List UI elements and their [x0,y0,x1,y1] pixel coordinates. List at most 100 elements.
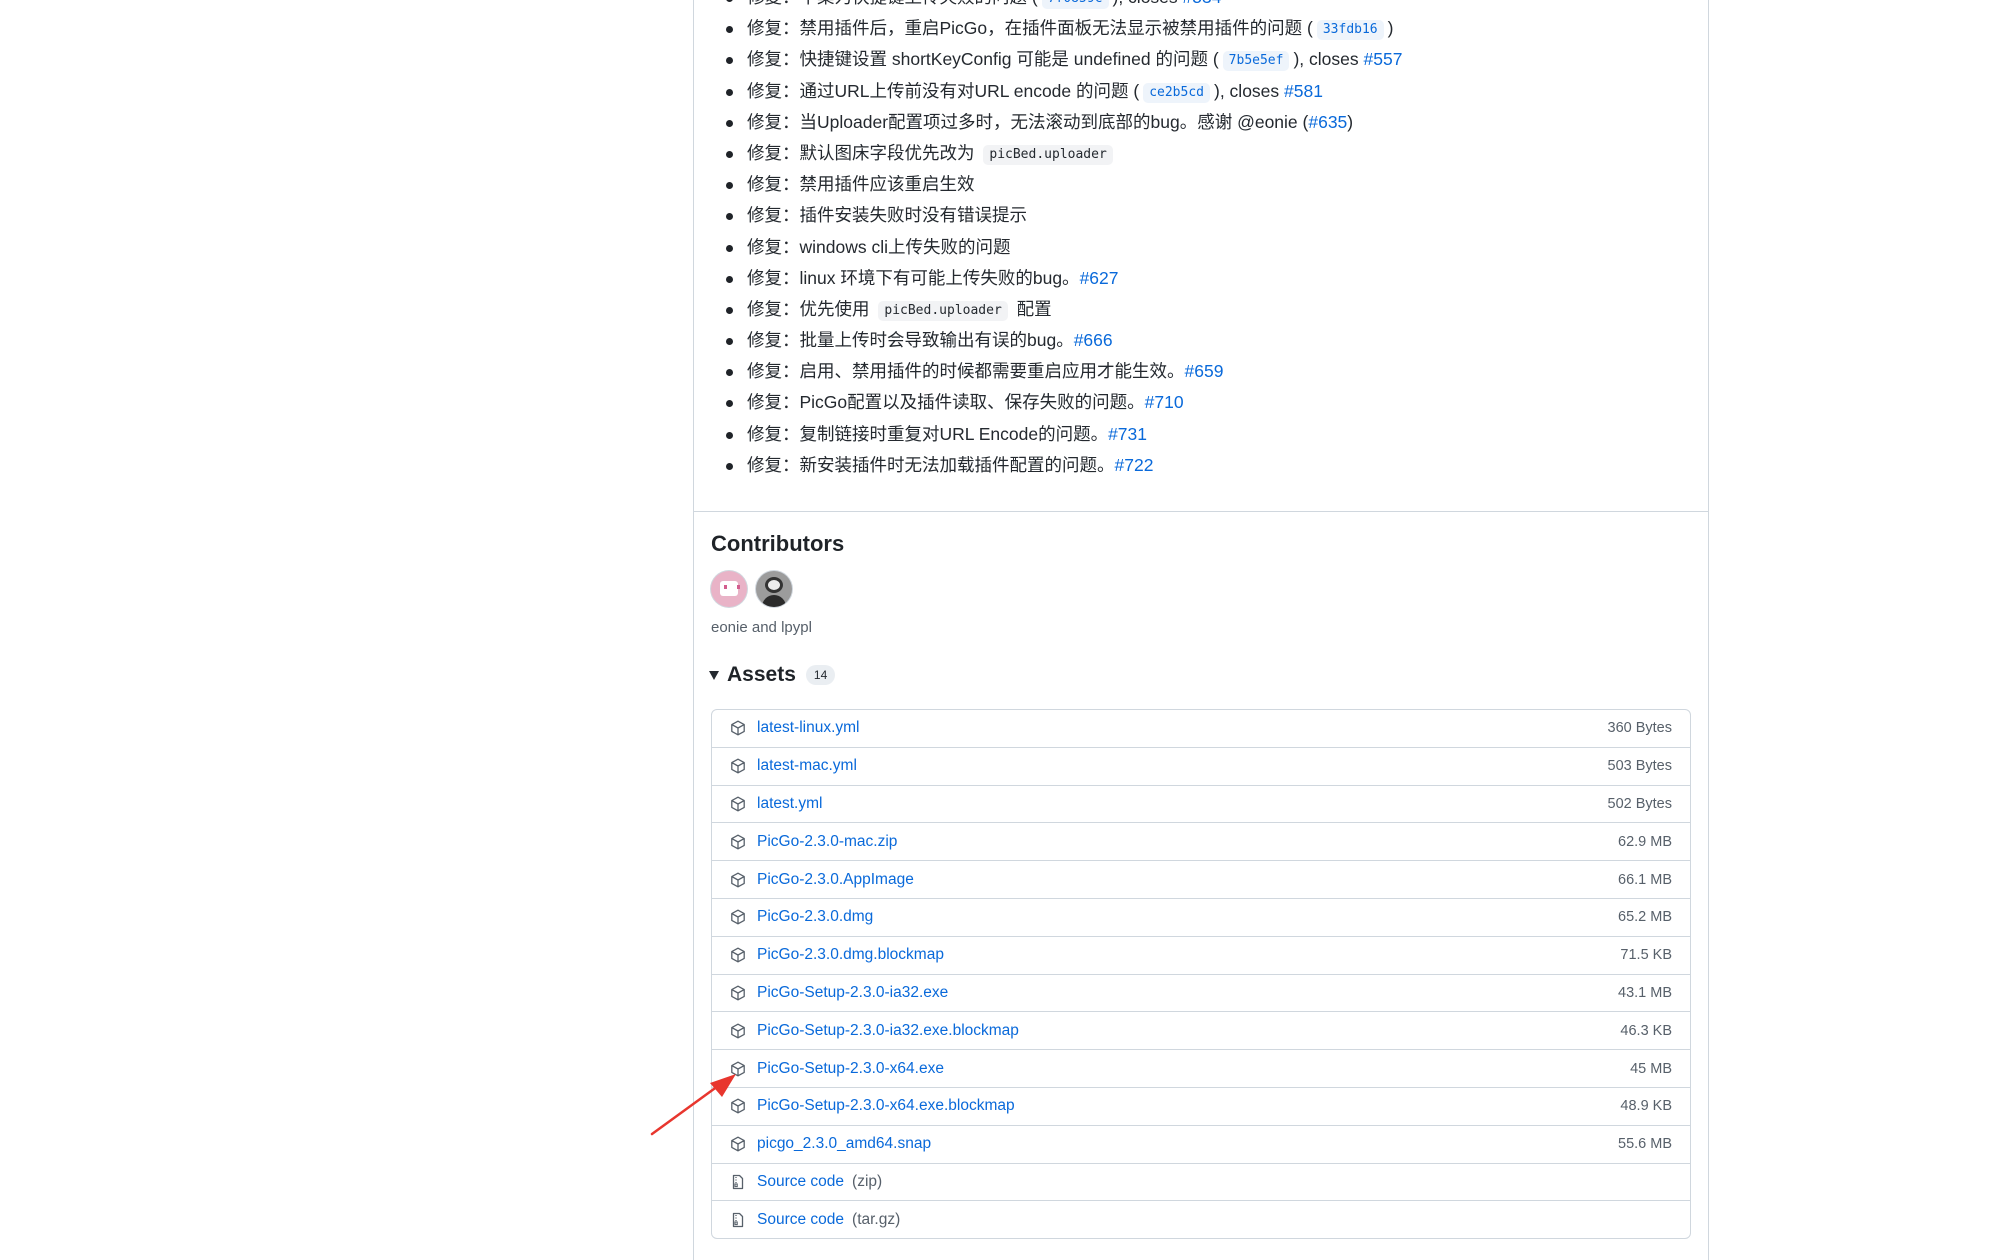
asset-download-link[interactable]: latest.yml [757,795,822,813]
asset-row: latest-mac.yml 503 Bytes [712,746,1690,785]
avatar-lpypl[interactable] [756,571,792,607]
asset-size: 55.6 MB [1618,1136,1672,1153]
caret-down-icon [709,670,719,680]
issue-link[interactable]: #635 [1308,112,1347,132]
asset-download-link[interactable]: picgo_2.3.0_amd64.snap [757,1135,931,1153]
asset-download-link[interactable]: Source code [757,1173,844,1191]
annotation-arrow-icon [650,1074,736,1136]
asset-size: 65.2 MB [1618,909,1672,926]
note-suffix: ), closes [1214,80,1285,101]
asset-download-link[interactable]: PicGo-2.3.0.dmg.blockmap [757,946,944,964]
note-suffix: ) [1387,18,1394,39]
asset-download-link[interactable]: PicGo-Setup-2.3.0-x64.exe [757,1060,944,1078]
note-text: 插件安装失败时没有错误提示 [799,205,1028,226]
commit-link[interactable]: ce2b5cd [1143,82,1210,103]
package-icon [730,758,746,774]
asset-size: 503 Bytes [1607,758,1673,775]
commit-link[interactable]: 7f0859c [1041,0,1109,9]
issue-link[interactable]: #659 [1185,361,1224,381]
note-text: linux 环境下有可能上传失败的bug。 [799,267,1080,288]
note-after: ) [1347,111,1354,132]
asset-size: 43.1 MB [1618,984,1672,1001]
note-text: windows cli上传失败的问题 [799,236,1011,257]
package-icon [730,947,746,963]
note-suffix: ), closes [1113,0,1183,7]
section-divider [694,511,1708,512]
asset-download-link[interactable]: Source code [757,1211,844,1229]
asset-row: PicGo-2.3.0.dmg.blockmap 71.5 KB [712,935,1690,974]
asset-format: (tar.gz) [852,1210,901,1228]
asset-row: picgo_2.3.0_amd64.snap 55.6 MB [712,1124,1690,1163]
note-text: 默认图床字段优先改为 [799,142,980,163]
asset-size: 62.9 MB [1618,833,1672,850]
note-text: 禁用插件后，重启PicGo，在插件面板无法显示被禁用插件的问题 ( [799,18,1313,39]
issue-link[interactable]: #557 [1364,49,1403,69]
asset-size: 48.9 KB [1620,1098,1672,1115]
issue-link[interactable]: #534 [1183,0,1222,7]
release-note-item: 修复：优先使用 picBed.uploader 配置 [719,294,1402,325]
assets-toggle[interactable]: Assets 14 [709,663,836,687]
note-text: 新安装插件时无法加载插件配置的问题。 [799,454,1115,475]
issue-link[interactable]: #731 [1108,424,1147,444]
release-note-item: 修复：当Uploader配置项过多时，无法滚动到底部的bug。感谢 @eonie… [719,107,1402,138]
asset-size: 66.1 MB [1618,871,1672,888]
asset-format: (zip) [852,1172,883,1190]
note-label: 修复： [747,49,800,70]
note-label: 修复： [747,267,800,288]
release-note-item: 修复：快捷键设置 shortKeyConfig 可能是 undefined 的问… [719,44,1402,75]
file-zip-icon [730,1212,746,1228]
asset-download-link[interactable]: PicGo-2.3.0.dmg [757,908,873,926]
note-label: 修复： [747,18,800,39]
asset-row: PicGo-2.3.0.AppImage 66.1 MB [712,860,1690,898]
asset-download-link[interactable]: PicGo-2.3.0.AppImage [757,871,914,889]
inline-code: picBed.uploader [983,144,1113,165]
package-icon [730,834,746,850]
asset-download-link[interactable]: PicGo-Setup-2.3.0-ia32.exe [757,984,948,1002]
note-text: 通过URL上传前没有对URL encode 的问题 ( [799,80,1140,101]
issue-link[interactable]: #581 [1284,81,1323,101]
release-note-item: 修复：插件安装失败时没有错误提示 [719,200,1402,231]
asset-download-link[interactable]: PicGo-Setup-2.3.0-ia32.exe.blockmap [757,1022,1019,1040]
asset-row: PicGo-Setup-2.3.0-ia32.exe 43.1 MB [712,973,1690,1012]
package-icon [730,796,746,812]
asset-download-link[interactable]: PicGo-2.3.0-mac.zip [757,833,897,851]
asset-download-link[interactable]: latest-mac.yml [757,757,857,775]
asset-size: 71.5 KB [1620,947,1672,964]
note-label: 修复： [747,0,800,7]
asset-row: latest.yml 502 Bytes [712,784,1690,823]
contributors-heading: Contributors [711,531,845,556]
file-zip-icon [730,1174,746,1190]
release-note-item: 修复：PicGo配置以及插件读取、保存失败的问题。#710 [719,387,1402,418]
note-label: 修复： [747,80,800,101]
release-note-item: 修复：批量上传时会导致输出有误的bug。#666 [719,325,1402,356]
contributors-names: eonie and lpypl [711,619,812,636]
issue-link[interactable]: #666 [1074,330,1113,350]
note-label: 修复： [747,423,800,444]
note-text: 当Uploader配置项过多时，无法滚动到底部的bug。感谢 @eonie ( [799,111,1309,132]
commit-link[interactable]: 33fdb16 [1316,20,1384,41]
release-card: 修复：中集为快捷键上传失败的问题 (7f0859c), closes #534修… [693,0,1709,1260]
asset-download-link[interactable]: latest-linux.yml [757,719,860,737]
asset-download-link[interactable]: PicGo-Setup-2.3.0-x64.exe.blockmap [757,1097,1015,1115]
asset-row: PicGo-Setup-2.3.0-x64.exe.blockmap 48.9 K… [712,1086,1690,1125]
inline-code: picBed.uploader [878,300,1008,321]
release-note-item: 修复：windows cli上传失败的问题 [719,232,1402,263]
note-label: 修复： [747,111,800,132]
note-text: 复制链接时重复对URL Encode的问题。 [799,423,1109,444]
assets-count-badge: 14 [805,665,836,685]
release-note-item: 修复：禁用插件应该重启生效 [719,169,1402,200]
asset-row: PicGo-2.3.0-mac.zip 62.9 MB [712,822,1690,860]
issue-link[interactable]: #627 [1080,268,1119,288]
issue-link[interactable]: #710 [1145,392,1184,412]
avatar-eonie[interactable] [711,571,747,607]
note-text: 启用、禁用插件的时候都需要重启应用才能生效。 [799,361,1185,382]
note-label: 修复： [747,205,800,226]
note-label: 修复： [747,298,800,319]
issue-link[interactable]: #722 [1115,455,1154,475]
asset-size: 46.3 KB [1620,1022,1672,1039]
asset-size: 360 Bytes [1607,720,1673,737]
note-label: 修复： [747,330,800,351]
release-note-item: 修复：linux 环境下有可能上传失败的bug。#627 [719,263,1402,294]
commit-link[interactable]: 7b5e5ef [1222,51,1290,72]
note-text: 快捷键设置 shortKeyConfig 可能是 undefined 的问题 ( [799,49,1219,70]
